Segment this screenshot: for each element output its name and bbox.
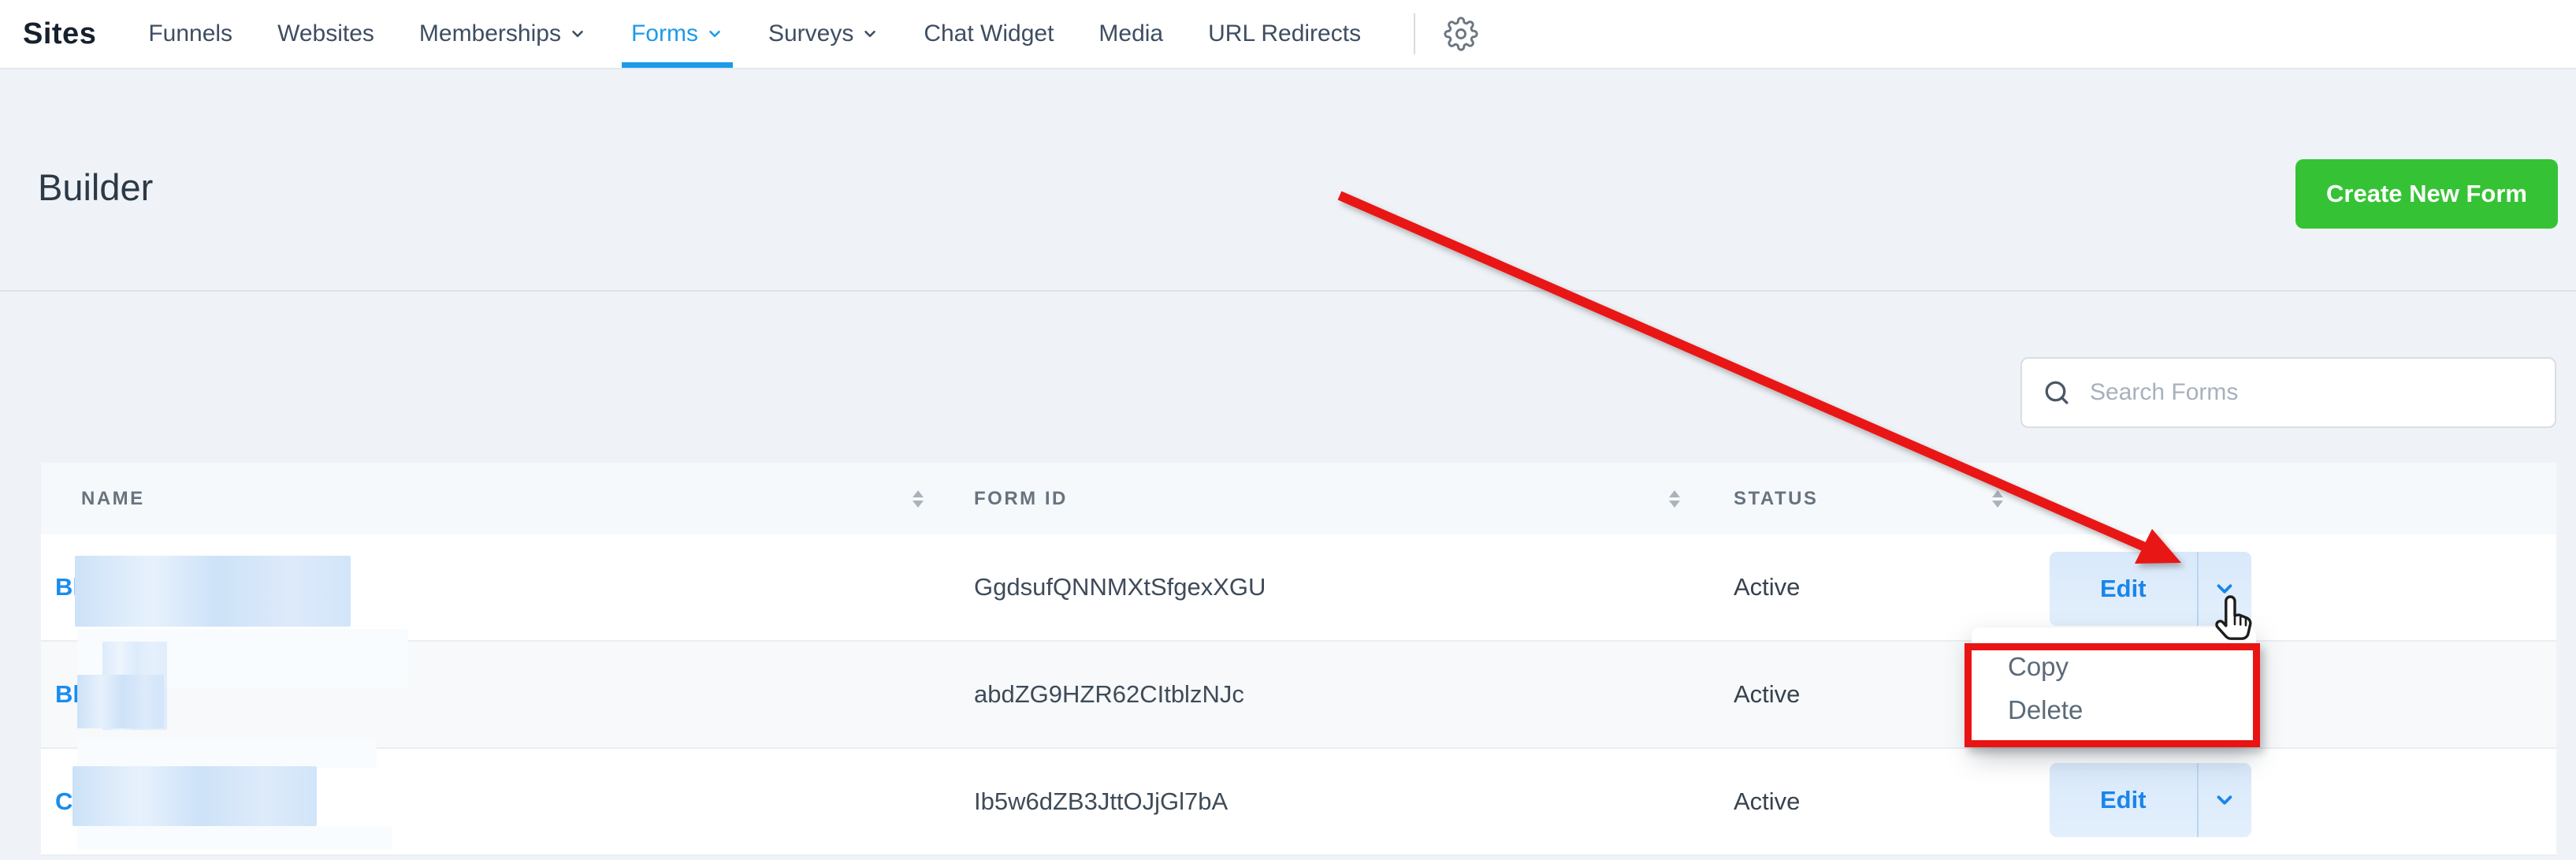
annotation-highlight-box [1965, 643, 2260, 747]
nav-item-media[interactable]: Media [1098, 0, 1163, 68]
column-label: FORM ID [974, 488, 1068, 510]
create-new-form-button[interactable]: Create New Form [2295, 159, 2558, 229]
redaction-blur [77, 826, 392, 850]
nav-item-websites[interactable]: Websites [277, 0, 374, 68]
sort-icon[interactable] [913, 490, 924, 508]
column-header-form-id: FORM ID [946, 463, 1702, 534]
table-row: Ca Ib5w6dZB3JttOJjGl7bA Active Edit [41, 749, 2556, 856]
chevron-down-icon [706, 25, 723, 43]
column-label: NAME [81, 488, 145, 510]
edit-dropdown-toggle[interactable] [2197, 552, 2251, 626]
nav-item-label: Surveys [768, 20, 853, 47]
page-header-section: Builder Create New Form [0, 69, 2576, 292]
brand-sites: Sites [23, 17, 96, 51]
nav-item-label: Forms [631, 20, 698, 47]
forms-list-section: NAME FORM ID STATUS [0, 292, 2576, 860]
nav-item-surveys[interactable]: Surveys [768, 0, 879, 68]
nav-item-label: Media [1098, 20, 1163, 47]
top-nav: Sites Funnels Websites Memberships Forms… [0, 0, 2576, 69]
edit-button[interactable]: Edit [2050, 552, 2197, 626]
nav-item-memberships[interactable]: Memberships [419, 0, 586, 68]
nav-item-funnels[interactable]: Funnels [148, 0, 232, 68]
table-header-row: NAME FORM ID STATUS [41, 463, 2556, 534]
nav-item-chat-widget[interactable]: Chat Widget [924, 0, 1054, 68]
nav-item-label: URL Redirects [1208, 20, 1361, 47]
column-header-name: NAME [41, 463, 946, 534]
chevron-down-icon [2213, 577, 2236, 601]
chevron-down-icon [2213, 788, 2236, 812]
redaction-blur [75, 556, 351, 627]
sort-icon[interactable] [1992, 490, 2003, 508]
search-forms-box[interactable] [2020, 357, 2556, 428]
search-icon [2043, 378, 2071, 407]
nav-item-label: Websites [277, 20, 374, 47]
gear-icon[interactable] [1444, 17, 1478, 51]
search-input[interactable] [2088, 378, 2534, 407]
nav-divider [1414, 13, 1415, 54]
page-title: Builder [38, 166, 153, 209]
redaction-blur [77, 675, 164, 728]
nav-item-forms[interactable]: Forms [631, 0, 723, 68]
nav-item-label: Funnels [148, 20, 232, 47]
status-badge: Active [1702, 573, 2025, 601]
nav-item-label: Chat Widget [924, 20, 1054, 47]
redaction-blur [77, 739, 377, 768]
form-id-cell: abdZG9HZR62CItblzNJc [946, 680, 1702, 709]
form-id-cell: Ib5w6dZB3JttOJjGl7bA [946, 787, 1702, 816]
column-label: STATUS [1734, 488, 1818, 510]
table-row: Bl GgdsufQNNMXtSfgexXGU Active Edit [41, 534, 2556, 642]
edit-button[interactable]: Edit [2050, 763, 2197, 837]
sort-icon[interactable] [1669, 490, 1680, 508]
column-header-actions [2025, 463, 2556, 534]
forms-builder-page: Sites Funnels Websites Memberships Forms… [0, 0, 2576, 860]
nav-item-label: Memberships [419, 20, 561, 47]
chevron-down-icon [861, 25, 879, 43]
column-header-status: STATUS [1702, 463, 2025, 534]
form-name-link[interactable]: Bl [55, 680, 80, 708]
status-badge: Active [1702, 787, 2025, 816]
edit-dropdown-toggle[interactable] [2197, 763, 2251, 837]
edit-split-button[interactable]: Edit [2050, 763, 2251, 837]
edit-split-button[interactable]: Edit [2050, 552, 2251, 626]
form-id-cell: GgdsufQNNMXtSfgexXGU [946, 573, 1702, 601]
nav-item-url-redirects[interactable]: URL Redirects [1208, 0, 1361, 68]
chevron-down-icon [569, 25, 586, 43]
redaction-blur [72, 766, 317, 826]
